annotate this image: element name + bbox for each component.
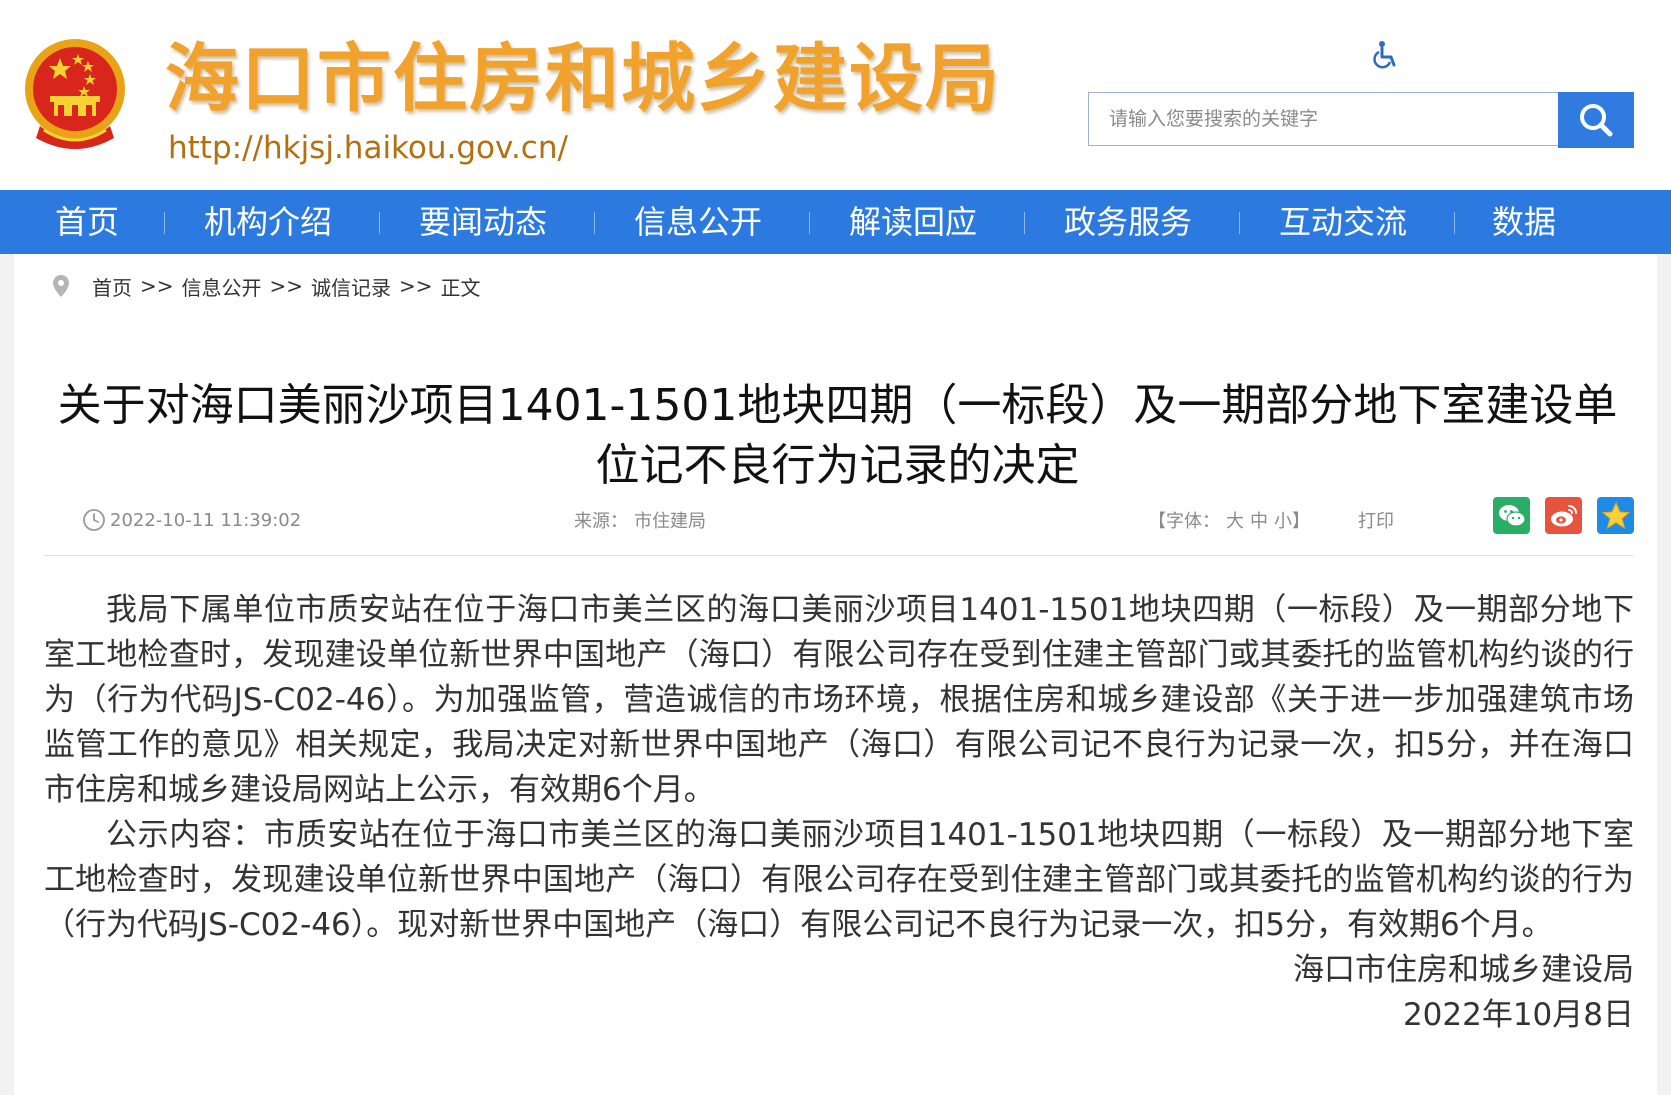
meta-divider <box>44 555 1634 556</box>
site-header: 海口市住房和城乡建设局 http://hkjsj.haikou.gov.cn/ <box>0 0 1671 190</box>
map-pin-icon <box>53 275 69 297</box>
content-frame-left <box>0 254 14 1095</box>
national-emblem-icon <box>25 39 125 149</box>
font-size-label: 【字体： <box>1148 511 1220 532</box>
article-title: 关于对海口美丽沙项目1401-1501地块四期（一标段）及一期部分地下室建设单位… <box>57 380 1618 492</box>
star-icon <box>1601 501 1630 529</box>
site-url[interactable]: http://hkjsj.haikou.gov.cn/ <box>168 130 568 166</box>
nav-item-data[interactable]: 数据 <box>1492 190 1556 254</box>
font-size-medium[interactable]: 中 <box>1250 507 1268 533</box>
print-button[interactable]: 打印 <box>1358 505 1394 535</box>
breadcrumb-separator: >> <box>399 274 433 298</box>
signature-date: 2022年10月8日 <box>1402 997 1634 1033</box>
weibo-icon <box>1550 504 1577 526</box>
font-size-controls: 【字体： 大 中 小】 <box>1148 505 1310 535</box>
article-paragraph: 公示内容：市质安站在位于海口市美兰区的海口美丽沙项目1401-1501地块四期（… <box>44 817 1634 943</box>
font-size-large[interactable]: 大 <box>1226 507 1244 533</box>
breadcrumb-info-disclosure[interactable]: 信息公开 <box>182 272 262 301</box>
magnifier-icon <box>1580 104 1613 137</box>
share-weibo-button[interactable] <box>1545 497 1582 534</box>
breadcrumb-current: 正文 <box>440 275 481 300</box>
nav-separator <box>379 212 380 234</box>
nav-separator <box>594 212 595 234</box>
main-nav: 首页 机构介绍 要闻动态 信息公开 解读回应 政务服务 互动交流 数据 <box>0 190 1671 254</box>
breadcrumb-separator: >> <box>269 274 304 298</box>
breadcrumb-credit-records[interactable]: 诚信记录 <box>311 272 391 301</box>
nav-item-news[interactable]: 要闻动态 <box>419 190 547 254</box>
clock-icon <box>83 509 105 531</box>
nav-item-gov-services[interactable]: 政务服务 <box>1064 190 1192 254</box>
search-input[interactable] <box>1088 92 1558 146</box>
content-frame-right <box>1657 254 1671 1095</box>
nav-separator <box>809 212 810 234</box>
nav-separator <box>1239 212 1240 234</box>
nav-item-interpretation[interactable]: 解读回应 <box>849 190 977 254</box>
nav-separator <box>1024 212 1025 234</box>
breadcrumb-home[interactable]: 首页 <box>92 272 132 301</box>
site-title[interactable]: 海口市住房和城乡建设局 <box>165 36 1001 122</box>
breadcrumb-separator: >> <box>140 274 174 298</box>
article-source: 来源： 市住建局 <box>574 505 706 535</box>
wechat-icon <box>1498 504 1526 527</box>
font-size-small[interactable]: 小】 <box>1274 507 1310 533</box>
nav-item-interaction[interactable]: 互动交流 <box>1279 190 1407 254</box>
add-favorite-button[interactable] <box>1597 497 1634 534</box>
nav-item-home[interactable]: 首页 <box>55 190 119 254</box>
source-label: 来源： <box>574 511 628 532</box>
publish-time: 2022-10-11 11:39:02 <box>82 505 301 535</box>
source-value: 市住建局 <box>634 511 706 532</box>
publish-datetime: 2022-10-11 11:39:02 <box>110 509 302 531</box>
breadcrumb: 首页 >> 信息公开 >> 诚信记录 >> 正文 <box>52 272 481 300</box>
article-paragraph: 我局下属单位市质安站在位于海口市美兰区的海口美丽沙项目1401-1501地块四期… <box>44 592 1634 808</box>
wheelchair-icon[interactable] <box>1372 40 1402 70</box>
nav-item-about[interactable]: 机构介绍 <box>204 190 332 254</box>
article-body: 我局下属单位市质安站在位于海口市美兰区的海口美丽沙项目1401-1501地块四期… <box>44 588 1634 1038</box>
nav-item-info-disclosure[interactable]: 信息公开 <box>634 190 762 254</box>
signature-organization: 海口市住房和城乡建设局 <box>1293 952 1634 988</box>
share-wechat-button[interactable] <box>1493 497 1530 534</box>
nav-separator <box>164 212 165 234</box>
search-button[interactable] <box>1558 92 1634 148</box>
nav-separator <box>1454 212 1455 234</box>
